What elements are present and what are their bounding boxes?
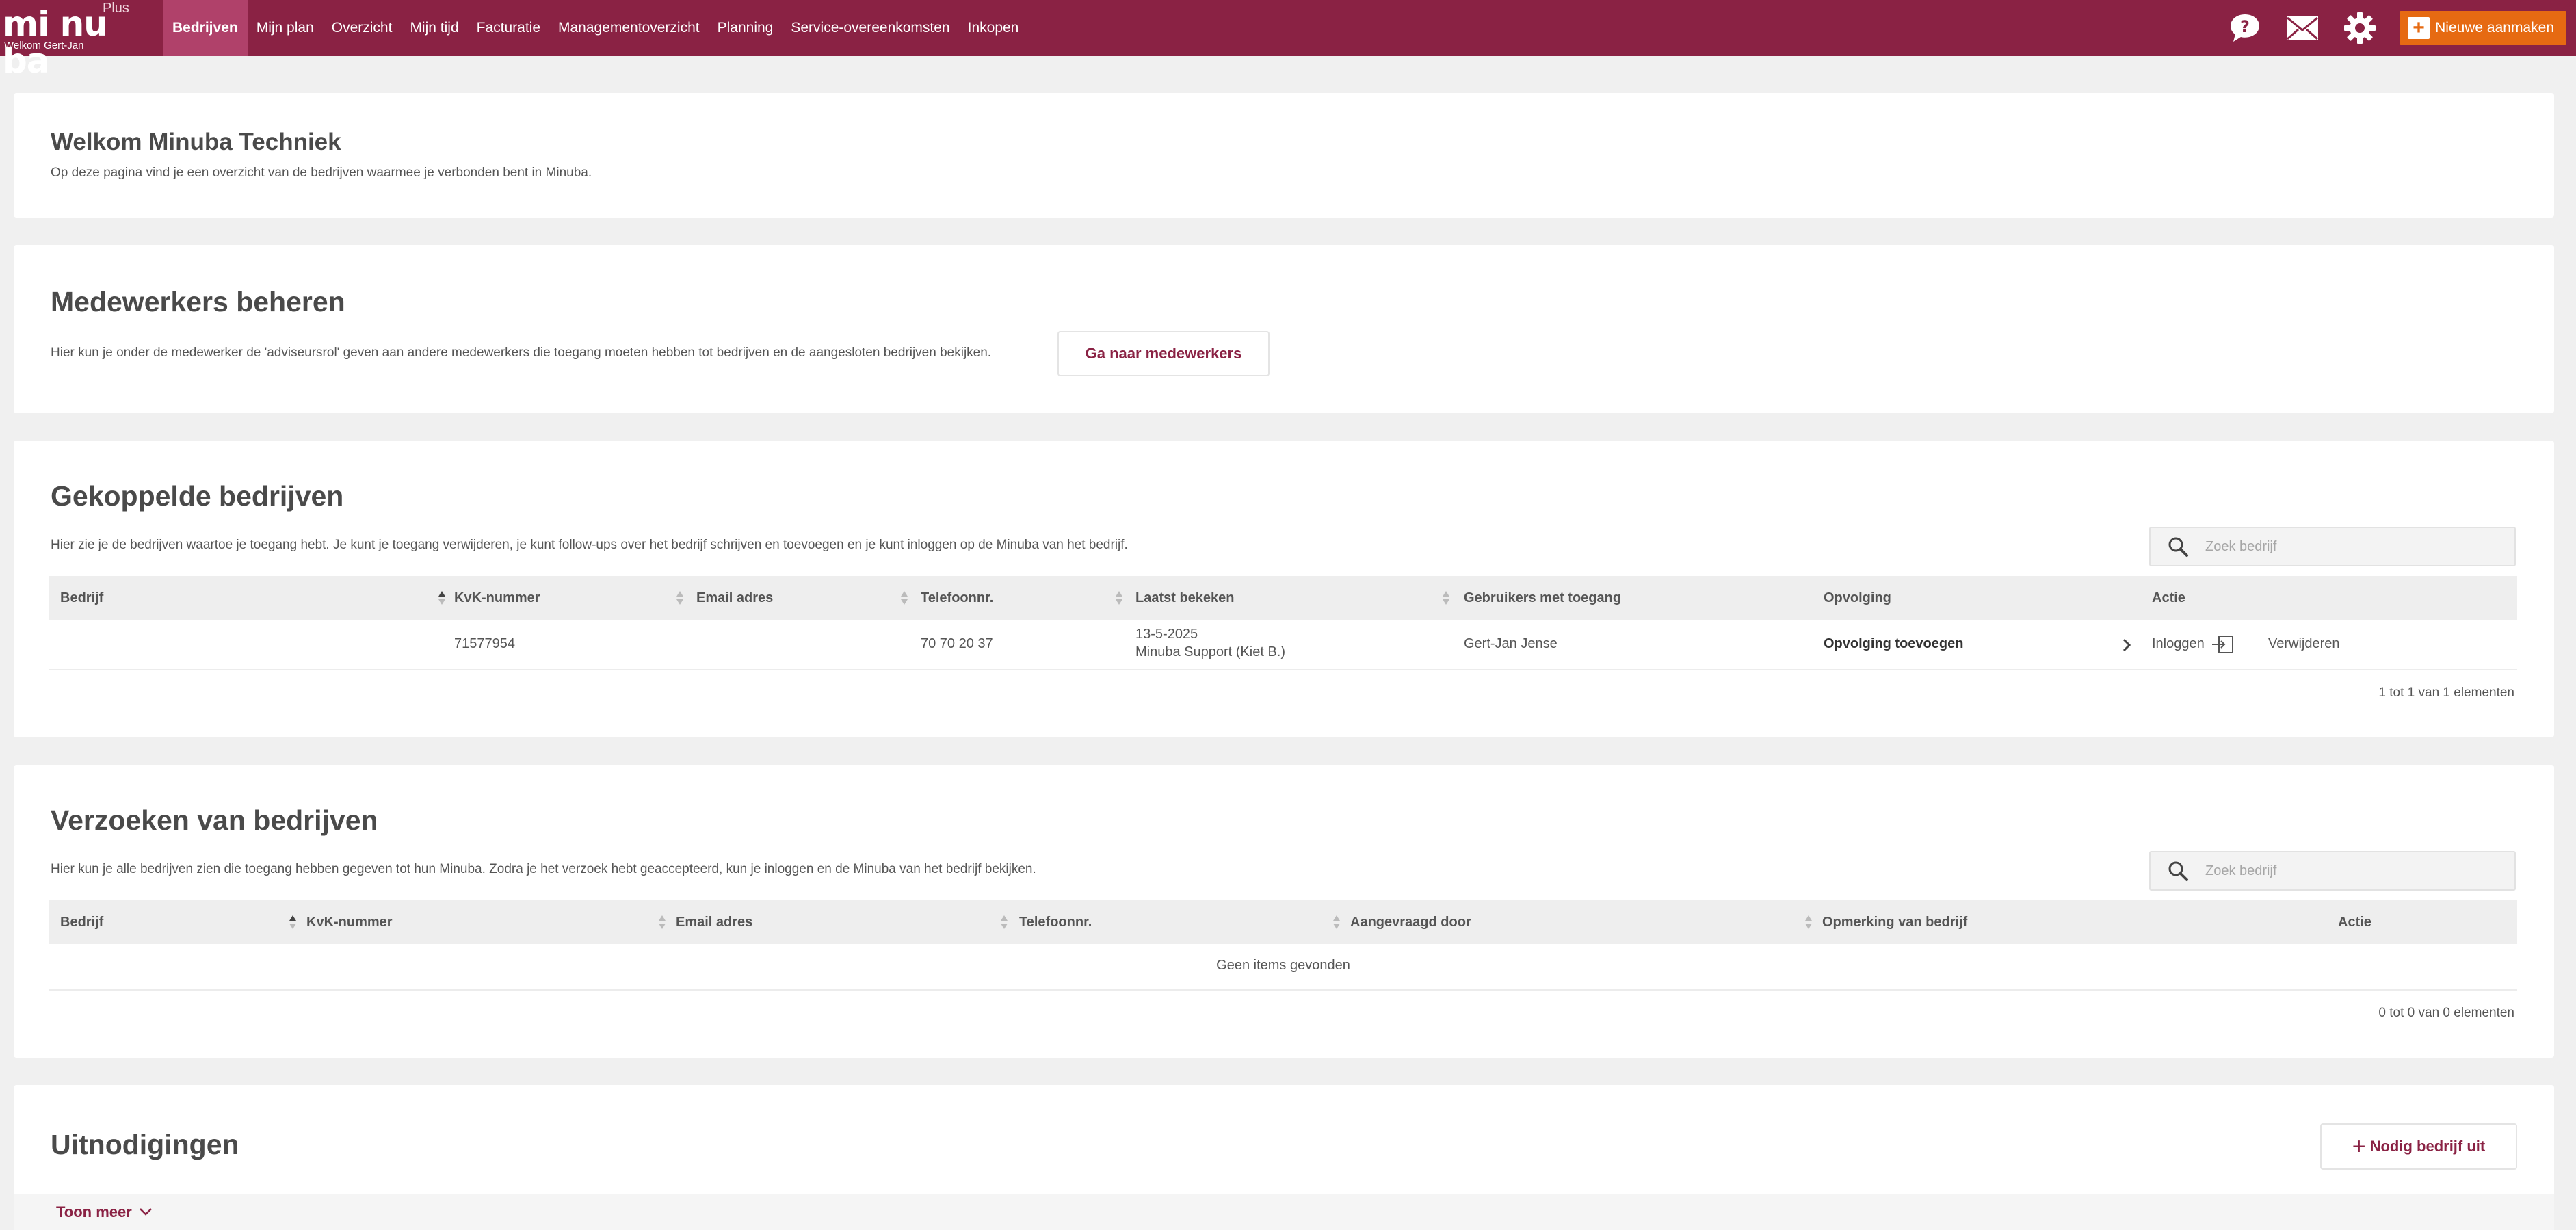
requests-card: Verzoeken van bedrijven Hier kun je alle… [14,765,2554,1058]
column-header-company-remark: Opmerking van bedrijf [1822,915,1968,930]
column-header-requested-by[interactable]: Aangevraagd door [1350,900,1471,944]
sort-asc-icon[interactable] [438,590,446,606]
requests-table-header: Bedrijf KvK-nummer Email adres Telefoonn… [49,900,2517,944]
show-more-toggle[interactable]: Toon meer [14,1194,2554,1230]
requests-description: Hier kun je alle bedrijven zien die toeg… [51,862,1036,876]
no-items-found: Geen items gevonden [1216,958,1350,973]
requests-search-input[interactable] [2205,863,2506,879]
sort-icon[interactable] [1332,914,1341,930]
employees-description: Hier kun je onder de medewerker de 'advi… [51,345,992,360]
nav-item-service-overeenkomsten[interactable]: Service-overeenkomsten [782,0,958,56]
sort-icon[interactable] [1804,914,1813,930]
new-create-button[interactable]: + Nieuwe aanmaken [2400,11,2566,45]
invite-company-label: Nodig bedrijf uit [2369,1138,2486,1155]
login-icon[interactable] [2211,635,2234,654]
linked-companies-description: Hier zie je de bedrijven waartoe je toeg… [51,538,1128,552]
column-header-bedrijf[interactable]: Bedrijf [60,900,103,944]
requests-search [2149,851,2516,891]
welcome-description: Op deze pagina vind je een overzicht van… [51,166,592,180]
column-header-email[interactable]: Email adres [676,900,752,944]
logo-plus-badge: Plus [103,1,129,16]
sort-asc-icon[interactable] [289,914,297,930]
cell-last-viewed-date: 13-5-2025 [1135,627,1198,642]
nav-item-facturatie[interactable]: Facturatie [468,0,549,56]
go-to-employees-button[interactable]: Ga naar medewerkers [1057,331,1270,376]
nav-item-mijn-tijd[interactable]: Mijn tijd [401,0,467,56]
column-header-followup: Opvolging [1824,590,1891,605]
column-header-action: Actie [2338,915,2371,930]
nav-item-overzicht[interactable]: Overzicht [323,0,402,56]
sort-icon[interactable] [900,590,908,606]
table-row: 71577954 70 70 20 37 13-5-2025 Minuba Su… [49,620,2517,670]
linked-companies-search [2149,527,2516,566]
linked-companies-card: Gekoppelde bedrijven Hier zie je de bedr… [14,441,2554,737]
search-icon [2168,861,2188,881]
sort-icon[interactable] [1115,590,1123,606]
cell-kvk: 71577954 [454,636,515,651]
nav-item-bedrijven[interactable]: Bedrijven [163,0,248,56]
employees-title: Medewerkers beheren [51,286,345,317]
top-navigation-bar: mi nu ba Plus Welkom Gert-Jan Bedrijven … [0,0,2576,79]
nav-item-mijn-plan[interactable]: Mijn plan [248,0,323,56]
employees-card: Medewerkers beheren Hier kun je onder de… [14,245,2554,413]
sort-icon[interactable] [676,590,684,606]
sort-icon[interactable] [658,914,666,930]
add-followup-link[interactable]: Opvolging toevoegen [1824,636,1963,652]
gear-icon[interactable] [2342,10,2378,46]
welcome-user-text: Welkom Gert-Jan [4,40,84,51]
sort-icon[interactable] [1442,590,1450,606]
requests-pagination-info: 0 tot 0 van 0 elementen [2378,1006,2514,1020]
column-header-phone[interactable]: Telefoonnr. [1019,900,1092,944]
linked-companies-title: Gekoppelde bedrijven [51,480,344,512]
linked-pagination-info: 1 tot 1 van 1 elementen [2378,685,2514,700]
column-header-email[interactable]: Email adres [696,576,773,620]
search-icon [2168,537,2188,557]
invite-company-button[interactable]: + Nodig bedrijf uit [2320,1123,2517,1170]
chevron-right-icon[interactable] [2122,638,2131,653]
linked-companies-search-input[interactable] [2205,538,2506,555]
show-more-label: Toon meer [56,1203,132,1220]
column-header-phone[interactable]: Telefoonnr. [921,576,993,620]
help-icon[interactable]: ? [2227,10,2263,46]
linked-table-header: Bedrijf KvK-nummer Email adres Telefoonn… [49,576,2517,620]
column-header-last-viewed[interactable]: Laatst bekeken [1135,576,1235,620]
requests-title: Verzoeken van bedrijven [51,804,378,836]
empty-row: Geen items gevonden [49,944,2517,991]
plus-icon: + [2408,17,2430,39]
nav-item-planning[interactable]: Planning [709,0,783,56]
minuba-logo[interactable]: mi nu ba Plus Welkom Gert-Jan [0,0,163,79]
welcome-card: Welkom Minuba Techniek Op deze pagina vi… [14,93,2554,218]
svg-text:?: ? [2240,17,2250,36]
nav-item-inkopen[interactable]: Inkopen [959,0,1028,56]
column-header-action: Actie [2152,590,2185,605]
column-header-users: Gebruikers met toegang [1464,590,1622,605]
invites-title: Uitnodigingen [51,1129,239,1160]
top-right-actions: ? + Nieuwe aanmaken [2227,0,2576,56]
mail-icon[interactable] [2285,10,2320,46]
nav-item-managementoverzicht[interactable]: Managementoverzicht [549,0,709,56]
chevron-down-icon [139,1208,152,1216]
cell-phone: 70 70 20 37 [921,636,993,651]
new-create-label: Nieuwe aanmaken [2435,20,2554,36]
login-link[interactable]: Inloggen [2152,636,2205,652]
column-header-kvk[interactable]: KvK-nummer [454,576,540,620]
main-nav: Bedrijven Mijn plan Overzicht Mijn tijd … [163,0,1027,56]
cell-last-viewed-by: Minuba Support (Kiet B.) [1135,644,1285,659]
cell-users: Gert-Jan Jense [1464,636,1558,651]
remove-link[interactable]: Verwijderen [2268,636,2340,652]
invites-card: Uitnodigingen + Nodig bedrijf uit Toon m… [14,1085,2554,1230]
column-header-kvk[interactable]: KvK-nummer [306,900,393,944]
sort-icon[interactable] [1000,914,1008,930]
plus-icon: + [2352,1134,2366,1160]
column-header-bedrijf[interactable]: Bedrijf [60,576,103,620]
welcome-title: Welkom Minuba Techniek [51,129,341,155]
